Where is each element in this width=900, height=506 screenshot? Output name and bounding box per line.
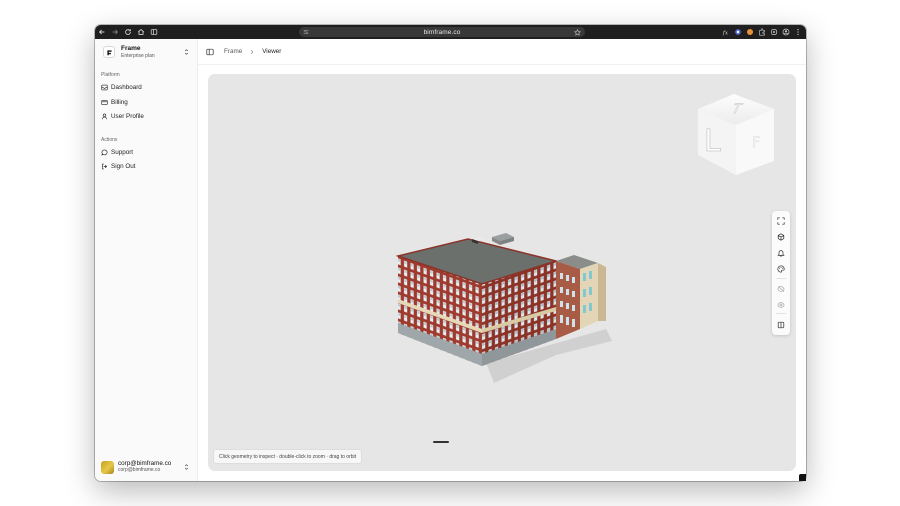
credit-card-icon <box>101 100 108 105</box>
page-header: Frame Viewer <box>198 39 806 65</box>
avatar <box>101 460 114 474</box>
viewer-toolbar <box>772 211 790 335</box>
sidebar: Frame Enterprise plan Platform Dashboard… <box>95 39 198 481</box>
browser-extensions: fx <box>722 25 802 39</box>
puzzle-icon[interactable] <box>758 28 766 36</box>
extension-icon[interactable] <box>770 28 778 36</box>
navigation-cube[interactable]: T L F <box>690 89 782 177</box>
split-panel-icon[interactable] <box>776 320 786 330</box>
chevrons-up-down-icon <box>184 464 189 470</box>
user-icon <box>101 113 108 120</box>
sidebar-item-label: Dashboard <box>111 84 142 91</box>
group-label-platform: Platform <box>101 72 120 78</box>
back-arrow-icon[interactable] <box>95 25 108 39</box>
profile-icon[interactable] <box>782 28 790 36</box>
cube-label-front: F <box>752 135 760 151</box>
user-menu[interactable]: corp@bimframe.co corp@bimframe.co <box>101 459 193 475</box>
forward-arrow-icon[interactable] <box>108 25 121 39</box>
building-model[interactable] <box>396 229 618 385</box>
workspace-plan: Enterprise plan <box>121 52 155 59</box>
workspace-name: Frame <box>121 44 141 52</box>
sidebar-item-billing[interactable]: Billing <box>100 97 192 108</box>
breadcrumb: Frame Viewer <box>224 48 281 55</box>
user-email: corp@bimframe.co <box>118 467 161 474</box>
timeline-handle[interactable] <box>433 441 449 443</box>
eye-off-icon[interactable] <box>776 284 786 294</box>
dashboard-icon <box>101 84 108 91</box>
cube-icon[interactable] <box>776 232 786 242</box>
user-name: corp@bimframe.co <box>118 459 172 467</box>
sidebar-panel-icon[interactable] <box>147 25 160 39</box>
address-bar[interactable]: bimframe.co <box>299 27 585 37</box>
sign-out-icon <box>102 163 108 170</box>
fullscreen-icon[interactable] <box>776 216 786 226</box>
site-settings-icon[interactable] <box>303 29 309 35</box>
home-icon[interactable] <box>134 25 147 39</box>
breadcrumb-viewer: Viewer <box>262 48 282 55</box>
frame-logo-icon <box>103 46 115 58</box>
viewer-hint: Click geometry to inspect · double-click… <box>214 450 361 463</box>
bim-viewer-canvas[interactable]: T L F Click geometry to inspect · double… <box>208 74 796 471</box>
palette-icon[interactable] <box>776 264 786 274</box>
sidebar-toggle-icon[interactable] <box>206 48 214 56</box>
sidebar-item-user-profile[interactable]: User Profile <box>100 111 192 122</box>
sidebar-item-label: Sign Out <box>111 163 136 170</box>
bell-icon[interactable] <box>776 248 786 258</box>
chevron-right-icon <box>251 49 254 54</box>
svg-text:fx: fx <box>722 30 729 36</box>
sidebar-item-label: User Profile <box>111 113 144 120</box>
sidebar-item-dashboard[interactable]: Dashboard <box>100 82 192 93</box>
window-resize-handle[interactable] <box>799 474 806 481</box>
fx-extension-icon[interactable]: fx <box>722 28 730 36</box>
extension-icon-blue[interactable] <box>734 28 742 36</box>
browser-toolbar: bimframe.co fx <box>95 25 806 39</box>
chat-bubble-icon <box>101 149 108 156</box>
bookmark-star-icon[interactable] <box>574 28 581 36</box>
workspace-switcher[interactable]: Frame Enterprise plan <box>101 44 193 60</box>
more-vertical-icon[interactable] <box>794 28 802 36</box>
chevrons-up-down-icon <box>184 49 189 55</box>
group-label-actions: Actions <box>101 137 118 143</box>
eye-icon[interactable] <box>776 300 786 310</box>
toolbar-divider <box>776 278 786 279</box>
breadcrumb-frame[interactable]: Frame <box>224 48 242 55</box>
reload-icon[interactable] <box>121 25 134 39</box>
url-text: bimframe.co <box>423 28 461 36</box>
sidebar-item-support[interactable]: Support <box>100 147 192 158</box>
sidebar-item-label: Billing <box>111 99 128 106</box>
cube-label-left: L <box>704 124 721 159</box>
sidebar-item-label: Support <box>111 149 134 156</box>
extension-icon-orange[interactable] <box>746 28 754 36</box>
sidebar-item-sign-out[interactable]: Sign Out <box>100 161 192 172</box>
toolbar-divider <box>776 313 786 314</box>
